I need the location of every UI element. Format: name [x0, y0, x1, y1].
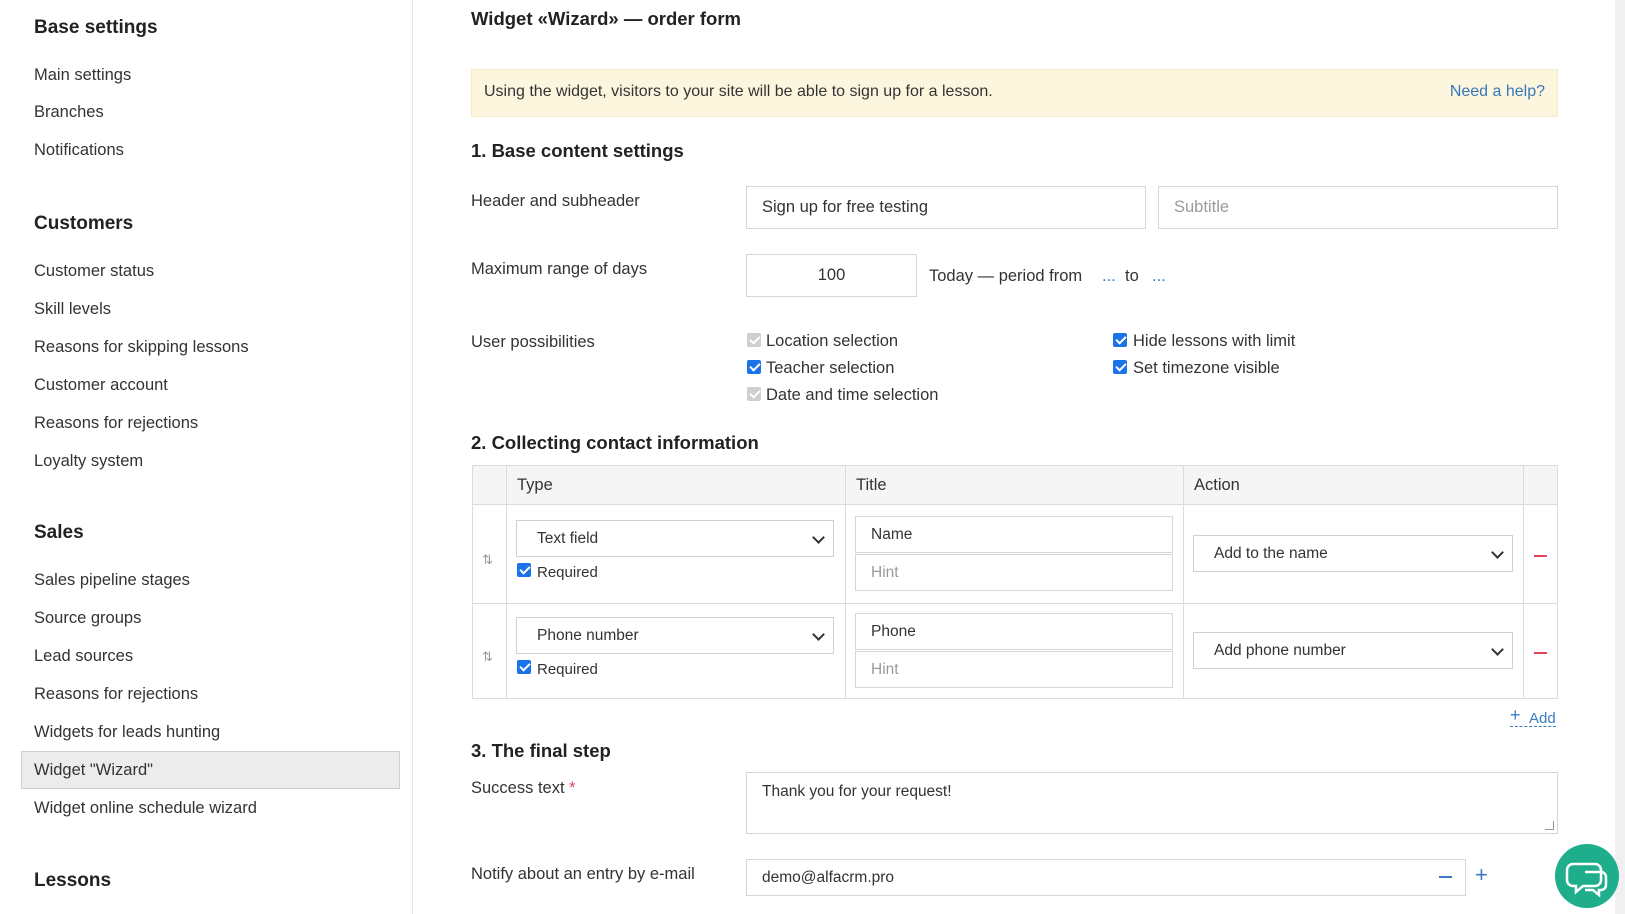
row-divider [473, 603, 1557, 604]
info-notice: Using the widget, visitors to your site … [471, 69, 1558, 117]
sidebar-item-loyalty-system[interactable]: Loyalty system [21, 442, 400, 480]
subtitle-input[interactable]: Subtitle [1158, 186, 1558, 229]
column-header-title: Title [856, 476, 887, 494]
notify-email-value: demo@alfacrm.pro [762, 869, 895, 886]
drag-sort-icon[interactable]: ⇅ [482, 649, 493, 665]
row2-remove-icon[interactable] [1534, 652, 1547, 654]
chevron-down-icon [1491, 546, 1504, 559]
sidebar-item-skill-levels[interactable]: Skill levels [21, 290, 400, 328]
add-field-label: Add [1528, 710, 1556, 727]
sidebar-item-lead-sources[interactable]: Lead sources [21, 637, 400, 675]
user-possibilities-label: User possibilities [471, 333, 595, 351]
teacher-selection-label: Teacher selection [766, 359, 895, 377]
sidebar-item-main-settings[interactable]: Main settings [21, 56, 400, 94]
resize-handle-icon[interactable] [1545, 821, 1554, 830]
chevron-down-icon [812, 628, 825, 641]
sidebar-heading-customers: Customers [34, 213, 134, 234]
sidebar-item-reasons-skipping[interactable]: Reasons for skipping lessons [21, 328, 400, 366]
sidebar-item-customer-account[interactable]: Customer account [21, 366, 400, 404]
page-scrollbar[interactable] [1615, 0, 1625, 914]
notify-email-input[interactable]: demo@alfacrm.pro [746, 859, 1466, 896]
sidebar-heading-lessons: Lessons [34, 870, 112, 891]
period-to-link[interactable]: ... [1152, 267, 1166, 286]
sidebar-item-notifications[interactable]: Notifications [21, 131, 400, 169]
hide-lessons-limit-checkbox[interactable] [1113, 333, 1127, 347]
sidebar-item-sales-reasons-rejections[interactable]: Reasons for rejections [21, 675, 400, 713]
sidebar-item-branches[interactable]: Branches [21, 93, 400, 131]
period-from-link[interactable]: ... [1102, 267, 1116, 286]
row2-action-select[interactable]: Add phone number [1193, 632, 1513, 669]
contact-fields-table: Type Title Action ⇅ Text field Required … [472, 465, 1558, 699]
column-divider [1523, 466, 1524, 698]
sidebar-item-customer-status[interactable]: Customer status [21, 252, 400, 290]
section-base-content: 1. Base content settings [471, 140, 684, 161]
row2-action-value: Add phone number [1214, 642, 1346, 659]
timezone-visible-checkbox[interactable] [1113, 360, 1127, 374]
sidebar-item-source-groups[interactable]: Source groups [21, 599, 400, 637]
row2-type-value: Phone number [537, 627, 639, 644]
sidebar-heading-sales: Sales [34, 522, 84, 543]
row1-title-input[interactable]: Name [855, 516, 1173, 553]
plus-icon: + [1510, 705, 1521, 725]
row2-title-input[interactable]: Phone [855, 613, 1173, 650]
drag-sort-icon[interactable]: ⇅ [482, 552, 493, 568]
row1-type-value: Text field [537, 530, 599, 547]
section-contact-info: 2. Collecting contact information [471, 432, 759, 453]
row1-action-select[interactable]: Add to the name [1193, 535, 1513, 572]
period-to-label: to [1125, 267, 1139, 285]
row1-hint-input[interactable]: Hint [855, 554, 1173, 591]
timezone-visible-label: Set timezone visible [1133, 359, 1280, 377]
sidebar-item-reasons-rejections[interactable]: Reasons for rejections [21, 404, 400, 442]
section-final-step: 3. The final step [471, 740, 611, 761]
column-header-type: Type [517, 476, 553, 494]
column-divider [845, 466, 846, 698]
success-text-area[interactable]: Thank you for your request! [746, 772, 1558, 834]
column-divider [506, 466, 507, 698]
row2-required-label: Required [537, 661, 598, 678]
row1-required-checkbox[interactable] [517, 563, 531, 577]
header-input[interactable]: Sign up for free testing [746, 186, 1146, 229]
period-text: Today — period from [929, 267, 1083, 285]
row2-required-checkbox[interactable] [517, 660, 531, 674]
required-mark: * [569, 779, 576, 797]
date-time-selection-checkbox [747, 387, 761, 401]
row2-type-select[interactable]: Phone number [516, 617, 834, 654]
success-text-label-text: Success text [471, 779, 565, 797]
row1-remove-icon[interactable] [1534, 555, 1547, 557]
row1-required-label: Required [537, 564, 598, 581]
column-divider [1183, 466, 1184, 698]
remove-email-icon[interactable] [1439, 876, 1452, 878]
location-selection-label: Location selection [766, 332, 899, 350]
row2-hint-input[interactable]: Hint [855, 651, 1173, 688]
settings-sidebar: Base settings Main settings Branches Not… [0, 0, 413, 914]
location-selection-checkbox [747, 333, 761, 347]
teacher-selection-checkbox[interactable] [747, 360, 761, 374]
row1-action-value: Add to the name [1214, 545, 1328, 562]
page-title: Widget «Wizard» — order form [471, 8, 742, 29]
header-subheader-label: Header and subheader [471, 192, 640, 210]
notice-text: Using the widget, visitors to your site … [484, 83, 993, 100]
chat-button[interactable] [1555, 844, 1619, 908]
chat-bubble-icon [1565, 862, 1608, 898]
sidebar-item-widget-wizard[interactable]: Widget "Wizard" [21, 751, 400, 789]
column-header-action: Action [1194, 476, 1240, 494]
need-help-link[interactable]: Need a help? [1450, 83, 1545, 101]
sidebar-heading-base-settings: Base settings [34, 17, 158, 38]
sidebar-item-sales-pipeline[interactable]: Sales pipeline stages [21, 561, 400, 599]
add-email-icon[interactable]: + [1475, 864, 1488, 886]
max-days-input[interactable]: 100 [746, 254, 917, 297]
chevron-down-icon [812, 531, 825, 544]
max-days-label: Maximum range of days [471, 260, 648, 278]
add-field-link[interactable]: + Add [1510, 705, 1556, 727]
chevron-down-icon [1491, 643, 1504, 656]
table-header [473, 466, 1557, 505]
success-text-value: Thank you for your request! [762, 783, 952, 800]
date-time-selection-label: Date and time selection [766, 386, 939, 404]
sidebar-item-widgets-leads[interactable]: Widgets for leads hunting [21, 713, 400, 751]
notify-email-label: Notify about an entry by e-mail [471, 865, 695, 883]
sidebar-item-widget-schedule-wizard[interactable]: Widget online schedule wizard [21, 789, 400, 827]
row1-type-select[interactable]: Text field [516, 520, 834, 557]
success-text-label: Success text * [471, 779, 576, 798]
hide-lessons-limit-label: Hide lessons with limit [1133, 332, 1296, 350]
